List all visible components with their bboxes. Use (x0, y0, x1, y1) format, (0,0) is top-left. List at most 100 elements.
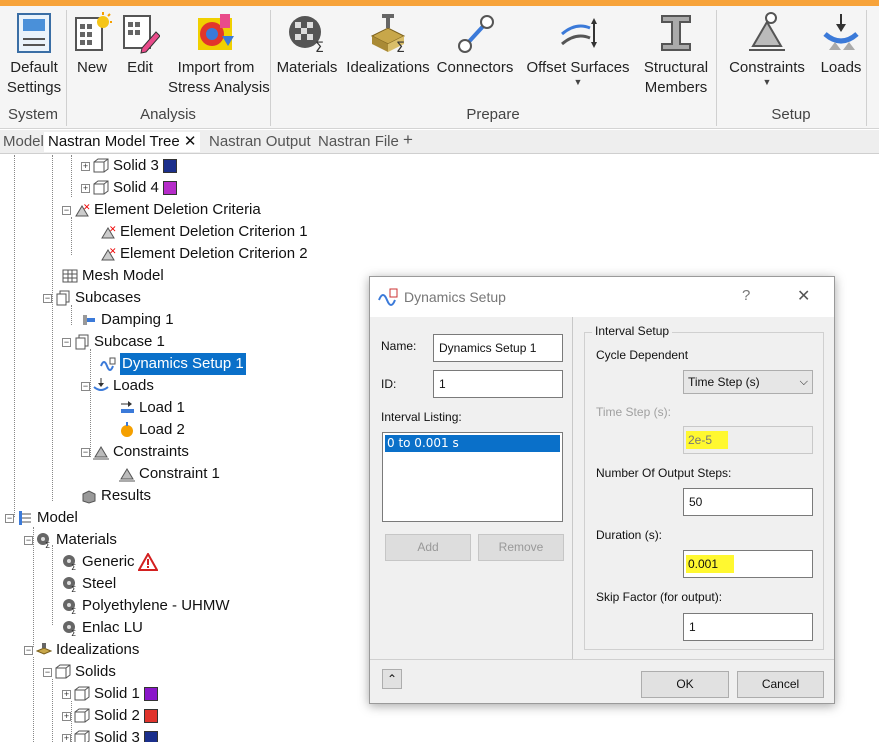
tree-item[interactable]: Load 2 (119, 419, 185, 441)
expand-toggle[interactable]: − (62, 205, 71, 215)
svg-text:Σ: Σ (71, 607, 76, 614)
remove-button[interactable]: Remove (478, 534, 564, 561)
tree-item[interactable]: Results (81, 485, 151, 507)
edit-icon (120, 12, 161, 54)
expand-toggle[interactable]: + (62, 733, 71, 742)
ok-button[interactable]: OK (641, 671, 729, 698)
model-icon (17, 510, 33, 526)
loads-label: Loads (820, 59, 862, 76)
tree-item[interactable]: Constraint 1 (119, 463, 220, 485)
tab-nastran-file[interactable]: Nastran File (318, 132, 399, 152)
tree-item[interactable]: Σ Enlac LU (62, 617, 143, 639)
dynamics-setup-dialog: Dynamics Setup ? ✕ Name: Dynamics Setup … (369, 276, 835, 704)
tree-item[interactable]: + Solid 4 (81, 177, 177, 199)
tree-item[interactable]: − Constraints (81, 441, 189, 463)
cycle-dependent-select[interactable]: Time Step (s) ⌵ (683, 370, 813, 394)
import-stress-icon (196, 12, 236, 54)
color-swatch (162, 181, 177, 195)
expand-toggle[interactable]: − (5, 513, 14, 523)
tree-item[interactable]: − Subcases (43, 287, 141, 309)
tree-label: Element Deletion Criteria (94, 201, 261, 218)
tab-nastran-model-tree[interactable]: Nastran Model Tree ✕ (44, 132, 201, 152)
name-input[interactable]: Dynamics Setup 1 (433, 334, 563, 362)
tree-item[interactable]: + Solid 3 (62, 727, 158, 742)
default-settings-label: Default Settings (6, 59, 62, 96)
expand-toggle[interactable]: − (62, 337, 71, 347)
import-stress-button[interactable]: Import from Stress Analysis (168, 12, 270, 98)
tree-item[interactable]: Σ Steel (62, 573, 116, 595)
color-swatch (143, 709, 158, 723)
idealizations-label: Idealizations (346, 59, 430, 76)
tree-item[interactable]: − Idealizations (24, 639, 139, 661)
tree-item[interactable]: ✕ Element Deletion Criterion 1 (100, 221, 308, 243)
time-step-input: 2e-5 (683, 426, 813, 454)
expand-toggle[interactable]: − (81, 381, 90, 391)
tree-item[interactable]: + Solid 3 (81, 155, 177, 177)
duration-input[interactable]: 0.001 (683, 550, 813, 578)
expand-collapse-button[interactable]: ⌃ (382, 669, 402, 689)
close-icon[interactable]: ✕ (184, 133, 197, 150)
tree-item[interactable]: Dynamics Setup 1 (100, 353, 246, 375)
close-icon[interactable]: ✕ (797, 286, 810, 306)
tree-item[interactable]: − Model (5, 507, 78, 529)
tree-item[interactable]: ✕ Element Deletion Criterion 2 (100, 243, 308, 265)
expand-toggle[interactable]: − (81, 447, 90, 457)
loads-button[interactable]: Loads (816, 12, 866, 78)
constraints-button[interactable]: Constraints ▼ (722, 12, 812, 87)
expand-toggle[interactable]: − (24, 645, 33, 655)
browser-tabs: Model Nastran Model Tree ✕ Nastran Outpu… (0, 130, 879, 154)
cancel-button[interactable]: Cancel (737, 671, 824, 698)
new-button[interactable]: New (70, 12, 114, 78)
tree-item[interactable]: Σ Generic (62, 551, 158, 573)
tree-item[interactable]: − Σ Materials (24, 529, 117, 551)
tree-item[interactable]: Load 1 (119, 397, 185, 419)
tree-label: Solid 3 (94, 729, 140, 742)
skip-factor-label: Skip Factor (for output): (596, 590, 723, 604)
connectors-button[interactable]: Connectors (436, 12, 514, 78)
tree-item[interactable]: − Loads (81, 375, 154, 397)
materials-label: Materials (276, 59, 338, 76)
tree-label: Polyethylene - UHMW (82, 597, 230, 614)
idealizations-button[interactable]: Σ Idealizations (344, 12, 432, 78)
tree-item[interactable]: Σ Polyethylene - UHMW (62, 595, 230, 617)
svg-text:✕: ✕ (109, 247, 116, 257)
tree-item[interactable]: + Solid 1 (62, 683, 158, 705)
tree-item[interactable]: − Solids (43, 661, 116, 683)
loads-folder-icon (93, 378, 109, 394)
offset-surfaces-dropdown-icon[interactable]: ▼ (524, 78, 632, 87)
output-steps-label: Number Of Output Steps: (596, 466, 732, 480)
interval-list[interactable]: 0 to 0.001 s (382, 432, 563, 522)
tree-item[interactable]: + Solid 2 (62, 705, 158, 727)
output-steps-input[interactable]: 50 (683, 488, 813, 516)
tree-item[interactable]: Mesh Model (62, 265, 164, 287)
expand-toggle[interactable]: + (81, 183, 90, 193)
expand-toggle[interactable]: − (43, 667, 52, 677)
expand-toggle[interactable]: + (81, 161, 90, 171)
tab-nastran-output[interactable]: Nastran Output (209, 132, 311, 152)
default-settings-button[interactable]: Default Settings (6, 12, 62, 98)
tree-label: Damping 1 (101, 311, 174, 328)
dialog-title-bar[interactable]: Dynamics Setup ? ✕ (370, 277, 834, 317)
edit-button[interactable]: Edit (118, 12, 162, 78)
svg-text:Σ: Σ (71, 585, 76, 592)
skip-factor-input[interactable]: 1 (683, 613, 813, 641)
id-input[interactable]: 1 (433, 370, 563, 398)
tree-item[interactable]: − Subcase 1 (62, 331, 165, 353)
add-button[interactable]: Add (385, 534, 471, 561)
expand-toggle[interactable]: + (62, 711, 71, 721)
help-icon[interactable]: ? (742, 287, 750, 304)
offset-surfaces-button[interactable]: Offset Surfaces ▼ (524, 12, 632, 87)
tree-label: Constraint 1 (139, 465, 220, 482)
interval-list-item[interactable]: 0 to 0.001 s (385, 435, 560, 452)
highlighted-value: 2e-5 (686, 431, 729, 449)
tree-item[interactable]: Damping 1 (81, 309, 174, 331)
add-tab-icon[interactable]: + (403, 130, 413, 150)
tab-model[interactable]: Model (3, 132, 44, 152)
constraints-dropdown-icon[interactable]: ▼ (722, 78, 812, 87)
structural-members-button[interactable]: Structural Members (640, 12, 712, 98)
expand-toggle[interactable]: − (43, 293, 52, 303)
expand-toggle[interactable]: + (62, 689, 71, 699)
expand-toggle[interactable]: − (24, 535, 33, 545)
materials-button[interactable]: Σ Materials (274, 12, 340, 78)
tree-item[interactable]: − ✕ Element Deletion Criteria (62, 199, 261, 221)
